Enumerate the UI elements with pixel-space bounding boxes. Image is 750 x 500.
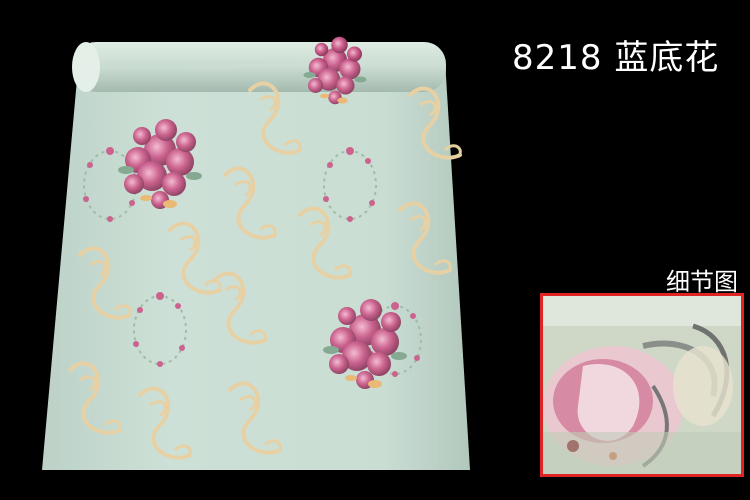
detail-image-label: 细节图 bbox=[666, 268, 738, 296]
detail-closeup-image bbox=[540, 293, 744, 477]
